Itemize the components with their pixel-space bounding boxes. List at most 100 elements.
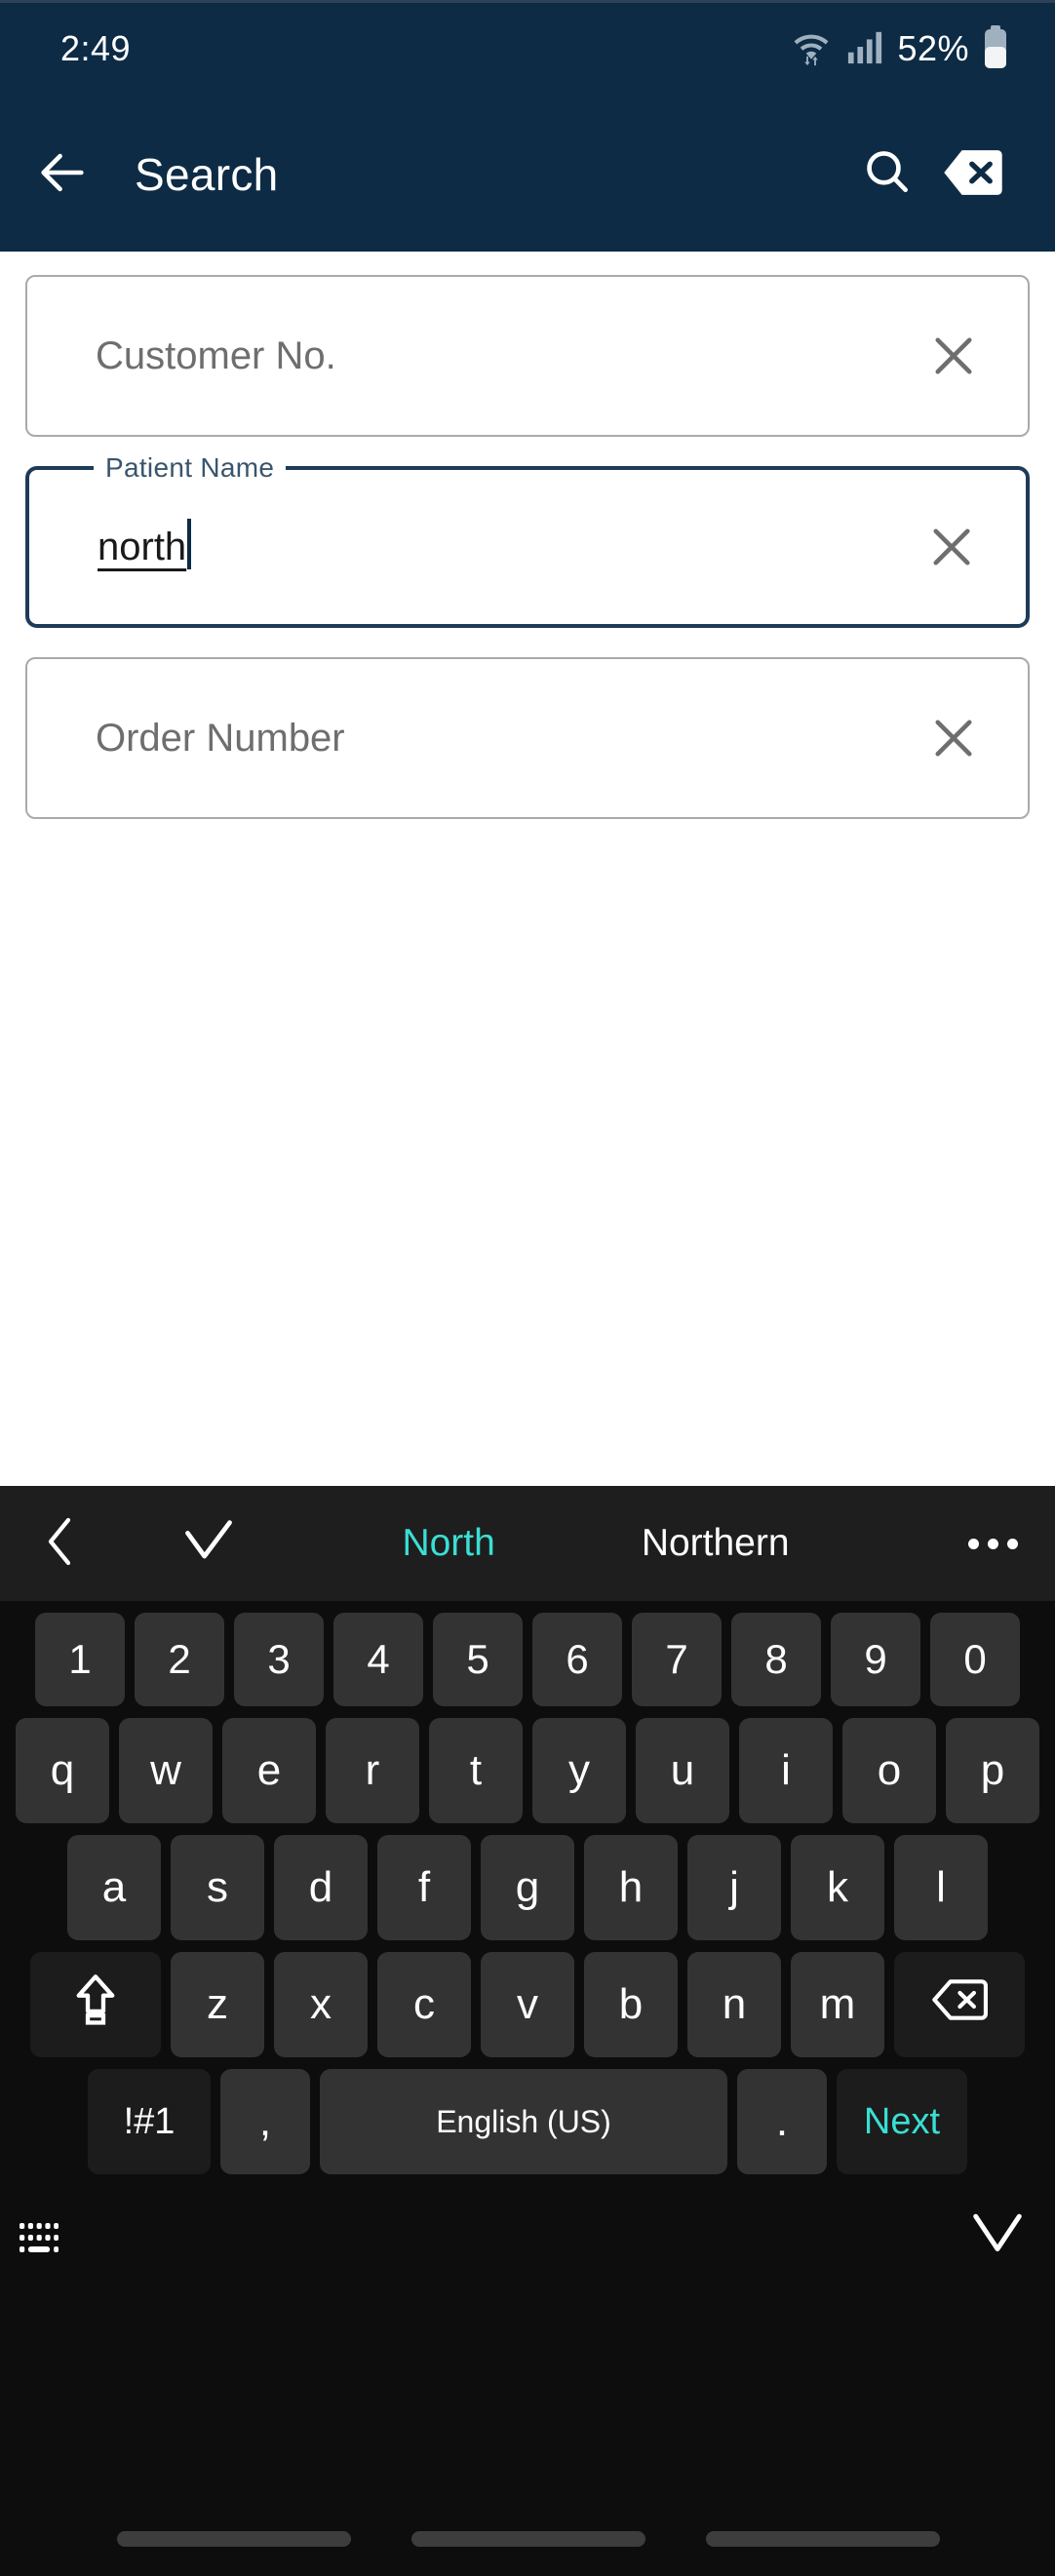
status-bar: 2:49 52% [0,0,1055,98]
key-h[interactable]: h [584,1835,678,1940]
backspace-delete-icon [942,145,1004,205]
suggestion-list: North Northern [246,1522,946,1565]
key-row-bottom: z x c v b n m [8,1952,1047,2057]
key-l[interactable]: l [894,1835,988,1940]
field-patient-name-label: Patient Name [94,452,287,484]
key-row-top: q w e r t y u i o p [8,1718,1047,1823]
on-screen-keyboard: North Northern 1 2 3 4 5 6 7 8 9 0 q w e… [0,1486,1055,2576]
suggestion-item-1[interactable]: Northern [642,1522,790,1565]
status-bar-clock: 2:49 [60,28,132,68]
field-customer-no-placeholder: Customer No. [96,333,336,377]
key-shift[interactable] [30,1952,161,2057]
suggestion-back-button[interactable] [14,1497,107,1590]
key-c[interactable]: c [377,1952,471,2057]
cellular-signal-icon [846,28,883,70]
key-6[interactable]: 6 [532,1613,622,1706]
key-r[interactable]: r [326,1718,419,1823]
key-3[interactable]: 3 [234,1613,324,1706]
key-q[interactable]: q [16,1718,109,1823]
key-9[interactable]: 9 [831,1613,920,1706]
clear-customer-no-button[interactable] [922,325,985,387]
battery-percent-label: 52% [897,28,969,68]
search-icon [860,145,915,205]
key-z[interactable]: z [171,1952,264,2057]
system-navigation-bar [0,2517,1055,2576]
text-cursor [187,519,192,569]
app-header: 2:49 52% Search [0,0,1055,252]
key-w[interactable]: w [119,1718,213,1823]
key-period[interactable]: . [737,2069,827,2174]
keyboard-footer [0,2186,1055,2332]
key-backspace[interactable] [894,1952,1025,2057]
key-symbols[interactable]: !#1 [88,2069,211,2174]
screen-root: 2:49 52% Search Customer No. north Patie… [0,0,1055,2576]
chevron-down-icon [969,2213,1026,2262]
key-g[interactable]: g [481,1835,574,1940]
key-p[interactable]: p [946,1718,1039,1823]
keyboard-icon [18,2223,60,2262]
field-order-number[interactable]: Order Number [25,657,1030,819]
battery-icon [983,24,1008,73]
backspace-icon [931,1976,988,2034]
app-bar: Search [0,98,1055,252]
wifi-icon [790,27,833,71]
key-x[interactable]: x [274,1952,368,2057]
key-o[interactable]: o [842,1718,936,1823]
key-row-space: !#1 , English (US) . Next [8,2069,1047,2174]
nav-pill-recents[interactable] [117,2531,351,2547]
key-d[interactable]: d [274,1835,368,1940]
key-row-numbers: 1 2 3 4 5 6 7 8 9 0 [8,1613,1047,1706]
key-7[interactable]: 7 [632,1613,722,1706]
search-button[interactable] [844,132,930,217]
field-order-number-placeholder: Order Number [96,716,345,760]
suggestion-more-button[interactable] [946,1497,1039,1590]
nav-pill-home[interactable] [411,2531,645,2547]
key-u[interactable]: u [636,1718,729,1823]
suggestion-bar: North Northern [0,1486,1055,1601]
checkmark-icon [181,1517,236,1571]
arrow-left-icon [34,144,91,206]
page-title: Search [135,149,279,200]
back-button[interactable] [21,134,103,215]
key-n[interactable]: n [687,1952,781,2057]
clear-order-number-button[interactable] [922,707,985,769]
clear-patient-name-button[interactable] [920,516,983,578]
field-patient-name-value: north [98,525,187,568]
key-m[interactable]: m [791,1952,884,2057]
key-a[interactable]: a [67,1835,161,1940]
key-grid: 1 2 3 4 5 6 7 8 9 0 q w e r t y u i o p … [0,1601,1055,2174]
keyboard-switch-button[interactable] [18,2219,60,2263]
key-0[interactable]: 0 [930,1613,1020,1706]
key-next-action[interactable]: Next [837,2069,967,2174]
key-t[interactable]: t [429,1718,523,1823]
field-patient-name[interactable]: north [25,466,1030,628]
chevron-left-icon [39,1516,82,1572]
key-v[interactable]: v [481,1952,574,2057]
shift-arrow-up-icon [72,1972,119,2038]
overflow-dots-icon [967,1538,1018,1549]
key-k[interactable]: k [791,1835,884,1940]
key-2[interactable]: 2 [135,1613,224,1706]
field-customer-no[interactable]: Customer No. [25,275,1030,437]
key-i[interactable]: i [739,1718,833,1823]
key-f[interactable]: f [377,1835,471,1940]
key-e[interactable]: e [222,1718,316,1823]
key-4[interactable]: 4 [333,1613,423,1706]
key-s[interactable]: s [171,1835,264,1940]
suggestion-item-0[interactable]: North [402,1522,494,1565]
status-bar-icons: 52% [790,24,1008,73]
key-8[interactable]: 8 [731,1613,821,1706]
key-row-home: a s d f g h j k l [8,1835,1047,1940]
key-spacebar[interactable]: English (US) [320,2069,727,2174]
clear-all-button[interactable] [930,132,1016,217]
key-comma[interactable]: , [220,2069,310,2174]
nav-pill-back[interactable] [706,2531,940,2547]
key-b[interactable]: b [584,1952,678,2057]
key-y[interactable]: y [532,1718,626,1823]
search-form: Customer No. north Patient Name Order Nu… [0,252,1055,1486]
key-1[interactable]: 1 [35,1613,125,1706]
key-j[interactable]: j [687,1835,781,1940]
suggestion-confirm-button[interactable] [162,1497,255,1590]
key-5[interactable]: 5 [433,1613,523,1706]
hide-keyboard-button[interactable] [969,2209,1026,2263]
